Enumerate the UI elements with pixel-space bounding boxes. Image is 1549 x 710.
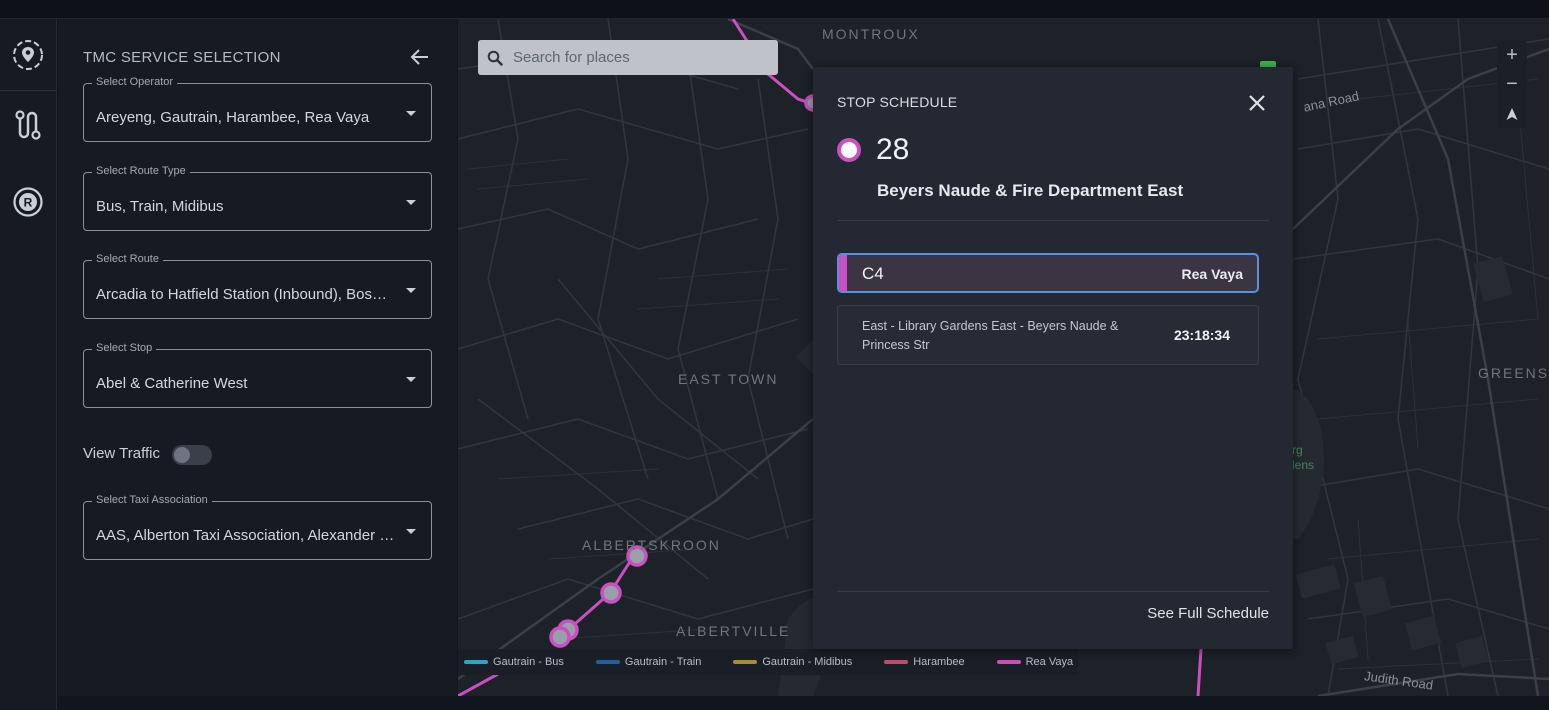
legend-item: Gautrain - Bus bbox=[464, 656, 564, 668]
trip-time: 23:18:34 bbox=[1173, 327, 1230, 343]
stop-select-label: Select Stop bbox=[92, 342, 157, 354]
top-bar bbox=[0, 0, 1549, 19]
map-location-icon[interactable] bbox=[10, 37, 46, 73]
see-full-schedule-link[interactable]: See Full Schedule bbox=[1147, 605, 1269, 622]
zoom-in-button[interactable]: + bbox=[1497, 41, 1527, 70]
legend-swatch bbox=[884, 660, 909, 664]
close-icon[interactable] bbox=[1247, 93, 1267, 113]
legend-swatch bbox=[595, 660, 620, 664]
route-card[interactable]: C4 Rea Vaya bbox=[837, 253, 1259, 293]
route-operator: Rea Vaya bbox=[1181, 266, 1244, 282]
stop-select[interactable]: Select Stop Abel & Catherine West bbox=[83, 342, 432, 408]
stop-marker-icon bbox=[837, 138, 861, 162]
legend-item: Rea Vaya bbox=[996, 656, 1074, 668]
area-label-east-town: EAST TOWN bbox=[678, 371, 779, 387]
operator-select-label: Select Operator bbox=[92, 76, 178, 88]
route-type-select[interactable]: Select Route Type Bus, Train, Midibus bbox=[83, 165, 432, 231]
area-label-greensi: GREENSI bbox=[1478, 365, 1549, 381]
view-traffic-toggle[interactable] bbox=[172, 445, 212, 465]
legend-swatch bbox=[996, 660, 1021, 664]
legend-swatch bbox=[464, 660, 488, 664]
divider bbox=[837, 591, 1269, 592]
operator-select-value: Areyeng, Gautrain, Harambee, Rea Vaya bbox=[96, 109, 370, 126]
trip-description: East - Library Gardens East - Beyers Nau… bbox=[862, 319, 1119, 352]
legend-label: Harambee bbox=[913, 656, 965, 668]
legend-item: Gautrain - Train bbox=[595, 656, 702, 668]
zoom-controls: + − bbox=[1497, 41, 1527, 128]
route-icon[interactable] bbox=[10, 107, 46, 143]
route-select[interactable]: Select Route Arcadia to Hatfield Station… bbox=[83, 253, 432, 319]
taxi-association-select-label: Select Taxi Association bbox=[92, 494, 212, 506]
route-type-select-value: Bus, Train, Midibus bbox=[96, 198, 224, 215]
stop-schedule-popup: STOP SCHEDULE 28 Beyers Naude & Fire Dep… bbox=[813, 67, 1293, 649]
rail-divider bbox=[0, 90, 57, 91]
view-traffic-label: View Traffic bbox=[83, 445, 160, 462]
legend-label: Gautrain - Bus bbox=[493, 656, 564, 668]
dropdown-arrow-icon[interactable] bbox=[406, 111, 416, 116]
park-label-line-2: lens bbox=[1292, 458, 1315, 472]
trip-row[interactable]: East - Library Gardens East - Beyers Nau… bbox=[837, 305, 1259, 365]
route-code: C4 bbox=[862, 264, 884, 283]
search-icon bbox=[487, 50, 503, 66]
taxi-association-select[interactable]: Select Taxi Association AAS, Alberton Ta… bbox=[83, 494, 432, 560]
dropdown-arrow-icon[interactable] bbox=[406, 529, 416, 534]
legend-label: Rea Vaya bbox=[1025, 656, 1074, 668]
dropdown-arrow-icon[interactable] bbox=[406, 377, 416, 382]
park-label-line-1: rg bbox=[1292, 443, 1303, 457]
dropdown-arrow-icon[interactable] bbox=[406, 200, 416, 205]
route-color-bar bbox=[839, 255, 847, 291]
area-label-montroux: MONTROUX bbox=[822, 26, 920, 42]
stop-number: 28 bbox=[876, 133, 910, 166]
route-type-select-label: Select Route Type bbox=[92, 165, 190, 177]
legend-label: Gautrain - Midibus bbox=[762, 656, 853, 668]
legend-label: Gautrain - Train bbox=[624, 656, 702, 668]
side-rail: R bbox=[0, 19, 57, 710]
legend-item: Gautrain - Midibus bbox=[733, 656, 852, 668]
toggle-knob bbox=[174, 447, 190, 463]
area-label-albertskroon: ALBERTSKROON bbox=[582, 537, 721, 553]
panel-title: TMC SERVICE SELECTION bbox=[83, 49, 281, 66]
compass-icon[interactable] bbox=[1497, 99, 1527, 128]
popup-title: STOP SCHEDULE bbox=[837, 94, 958, 110]
route-select-label: Select Route bbox=[92, 253, 163, 265]
route-select-value: Arcadia to Hatfield Station (Inbound), B… bbox=[96, 286, 396, 303]
search-input[interactable] bbox=[513, 40, 768, 75]
back-arrow-icon[interactable] bbox=[408, 47, 432, 67]
zoom-out-button[interactable]: − bbox=[1497, 70, 1527, 99]
popup-pointer bbox=[796, 340, 813, 374]
taxi-association-select-value: AAS, Alberton Taxi Association, Alexande… bbox=[96, 527, 396, 544]
search-bar[interactable] bbox=[478, 40, 778, 75]
registered-icon[interactable]: R bbox=[10, 184, 46, 220]
stop-select-value: Abel & Catherine West bbox=[96, 375, 248, 392]
stop-name: Beyers Naude & Fire Department East bbox=[877, 181, 1184, 200]
dropdown-arrow-icon[interactable] bbox=[406, 288, 416, 293]
service-selection-panel: TMC SERVICE SELECTION Select Operator Ar… bbox=[58, 19, 457, 696]
divider bbox=[837, 220, 1269, 221]
svg-text:R: R bbox=[24, 196, 33, 210]
operator-select[interactable]: Select Operator Areyeng, Gautrain, Haram… bbox=[83, 76, 432, 142]
area-label-albertville: ALBERTVILLE bbox=[676, 623, 791, 639]
legend-item: Harambee bbox=[884, 656, 965, 668]
legend-swatch bbox=[733, 660, 758, 664]
route-legend: Gautrain - Bus Gautrain - Train Gautrain -… bbox=[458, 649, 1078, 675]
